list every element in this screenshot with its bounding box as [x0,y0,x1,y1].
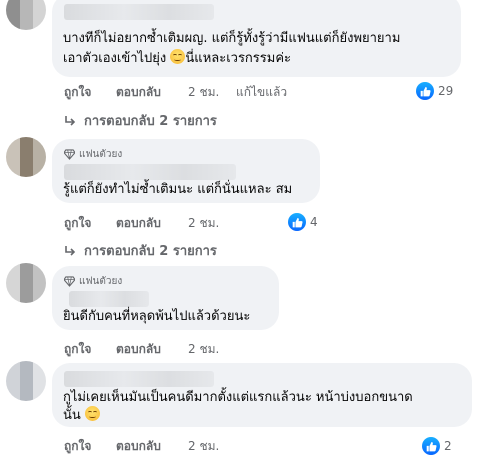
diamond-icon [64,276,75,287]
reply-button[interactable]: ตอบกลับ [116,340,188,359]
reaction-summary[interactable]: 4 [288,213,318,231]
reply-button[interactable]: ตอบกลับ [116,83,188,102]
comment-actions: ถูกใจ ตอบกลับ 2 ชม. [64,340,219,359]
grinning-sweat-emoji [84,406,100,421]
comment-actions: ถูกใจ ตอบกลับ 2 ชม. [64,214,219,233]
like-button[interactable]: ถูกใจ [64,83,116,102]
comment-bubble: กูไม่เคยเห็นมันเป็นคนดีมากตั้งแต่แรกแล้ว… [52,363,472,427]
comment-text: เอาตัวเองเข้าไปยุ่ง นี่แหละเวรกรรมค่ะ [63,49,292,66]
edited-label[interactable]: แก้ไขแล้ว [236,83,287,102]
comment-bubble: แฟนตัวยง รู้แต่ก็ยังทำไม่ซ้ำเติมนะ แต่ก็… [52,139,320,203]
reaction-summary[interactable]: 29 [416,82,453,100]
avatar[interactable] [6,0,46,30]
comment-bubble: แฟนตัวยง ยินดีกับคนที่หลุดพ้นไปแล้วด้วยน… [52,266,279,330]
fan-badge[interactable]: แฟนตัวยง [64,147,122,162]
reaction-count: 4 [310,215,318,229]
avatar[interactable] [6,263,46,303]
view-replies-button[interactable]: การตอบกลับ 2 รายการ [64,110,217,131]
timestamp[interactable]: 2 ชม. [188,437,219,456]
comment-text: ยินดีกับคนที่หลุดพ้นไปแล้วด้วยนะ [63,309,251,324]
comment-text: รู้แต่ก็ยังทำไม่ซ้ำเติมนะ แต่ก็นั่นแหละ … [63,182,293,197]
reply-button[interactable]: ตอบกลับ [116,214,188,233]
view-replies-button[interactable]: การตอบกลับ 2 รายการ [64,240,217,261]
author-name[interactable] [64,371,214,387]
reaction-count: 2 [444,439,452,453]
like-button[interactable]: ถูกใจ [64,340,116,359]
comment-actions: ถูกใจ ตอบกลับ 2 ชม. แก้ไขแล้ว [64,83,287,102]
reply-arrow-icon [65,115,76,126]
replies-label: การตอบกลับ 2 รายการ [84,244,217,259]
comment-actions: ถูกใจ ตอบกลับ 2 ชม. [64,437,219,456]
comment-bubble: บางทีก็ไม่อยากซ้ำเติมผญ. แต่ก็รู้ทั้งรู้… [52,0,461,77]
diamond-icon [64,149,75,160]
comment-text: กูไม่เคยเห็นมันเป็นคนดีมากตั้งแต่แรกแล้ว… [63,390,413,405]
like-button[interactable]: ถูกใจ [64,437,116,456]
like-button[interactable]: ถูกใจ [64,214,116,233]
fan-badge[interactable]: แฟนตัวยง [64,274,122,289]
author-name[interactable] [64,164,236,180]
timestamp[interactable]: 2 ชม. [188,214,219,233]
like-icon [422,437,440,455]
reply-button[interactable]: ตอบกลับ [116,437,188,456]
like-icon [416,82,434,100]
avatar[interactable] [6,361,46,401]
replies-label: การตอบกลับ 2 รายการ [84,114,217,129]
comment-text: บางทีก็ไม่อยากซ้ำเติมผญ. แต่ก็รู้ทั้งรู้… [63,31,401,46]
timestamp[interactable]: 2 ชม. [188,340,219,359]
grinning-sweat-emoji [170,49,186,64]
reply-arrow-icon [65,245,76,256]
like-icon [288,213,306,231]
reaction-summary[interactable]: 2 [422,437,452,455]
author-name[interactable] [69,291,149,307]
avatar[interactable] [6,137,46,177]
author-name[interactable] [64,4,214,20]
comment-text: นั้น [63,406,100,426]
reaction-count: 29 [438,84,454,98]
timestamp[interactable]: 2 ชม. [188,83,236,102]
